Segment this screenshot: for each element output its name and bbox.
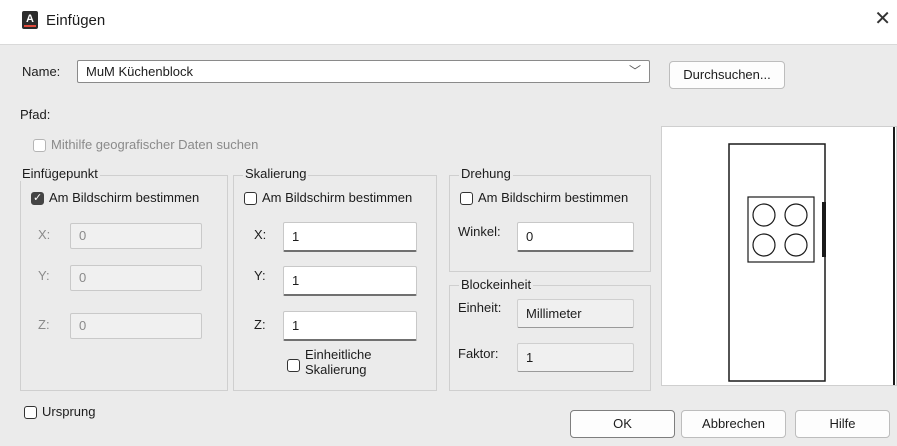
rotation-on-screen-checkbox[interactable] [460,192,473,205]
angle-label: Winkel: [458,224,501,239]
scale-z-input[interactable]: 1 [283,311,417,341]
origin-checkbox[interactable] [24,406,37,419]
geo-data-checkbox[interactable] [33,139,46,152]
scale-on-screen-checkbox[interactable] [244,192,257,205]
insertion-on-screen-checkbox[interactable] [31,191,44,205]
help-button[interactable]: Hilfe [795,410,890,438]
block-preview [661,126,897,386]
insertion-z-input[interactable]: 0 [70,313,202,339]
scale-x-label: X: [254,227,267,242]
block-name-value: MuM Küchenblock [86,64,193,79]
path-label: Pfad: [20,107,51,122]
dialog-title: Einfügen [46,12,106,29]
browse-button[interactable]: Durchsuchen... [669,61,785,89]
autocad-app-icon: A [22,11,38,29]
insertion-z-label: Z: [38,317,50,332]
uniform-scale-label: Einheitliche Skalierung [305,347,372,377]
block-name-combobox[interactable]: MuM Küchenblock ﹀ [77,60,650,83]
scale-x-input[interactable]: 1 [283,222,417,252]
insertion-y-label: Y: [38,268,50,283]
insertion-y-input[interactable]: 0 [70,265,202,291]
rotation-on-screen-label: Am Bildschirm bestimmen [478,190,629,205]
uniform-scale-label-line1: Einheitliche [305,347,372,362]
title-bar: A Einfügen ✕ [0,0,897,45]
uniform-scale-label-line2: Skalierung [305,362,367,377]
block-unit-legend: Blockeinheit [459,277,534,292]
rotation-legend: Drehung [459,166,513,181]
insertion-point-legend: Einfügepunkt [20,166,100,181]
geo-data-label: Mithilfe geografischer Daten suchen [51,137,259,152]
close-icon[interactable]: ✕ [874,9,891,29]
factor-value: 1 [517,343,634,372]
kitchen-block-preview-drawing [728,127,895,385]
uniform-scale-checkbox[interactable] [287,359,300,372]
insertion-x-input[interactable]: 0 [70,223,202,249]
insertion-on-screen-label: Am Bildschirm bestimmen [49,190,200,205]
scale-z-label: Z: [254,317,266,332]
chevron-down-icon[interactable]: ﹀ [629,61,641,82]
scale-legend: Skalierung [243,166,309,181]
unit-value: Millimeter [517,299,634,328]
scale-y-label: Y: [254,268,266,283]
origin-label: Ursprung [42,404,96,419]
ok-button[interactable]: OK [570,410,675,438]
cancel-button[interactable]: Abbrechen [681,410,786,438]
scale-on-screen-label: Am Bildschirm bestimmen [262,190,413,205]
name-label: Name: [22,64,61,79]
insertion-x-label: X: [38,227,51,242]
unit-label: Einheit: [458,300,502,315]
factor-label: Faktor: [458,346,499,361]
angle-input[interactable]: 0 [517,222,634,252]
scale-y-input[interactable]: 1 [283,266,417,296]
